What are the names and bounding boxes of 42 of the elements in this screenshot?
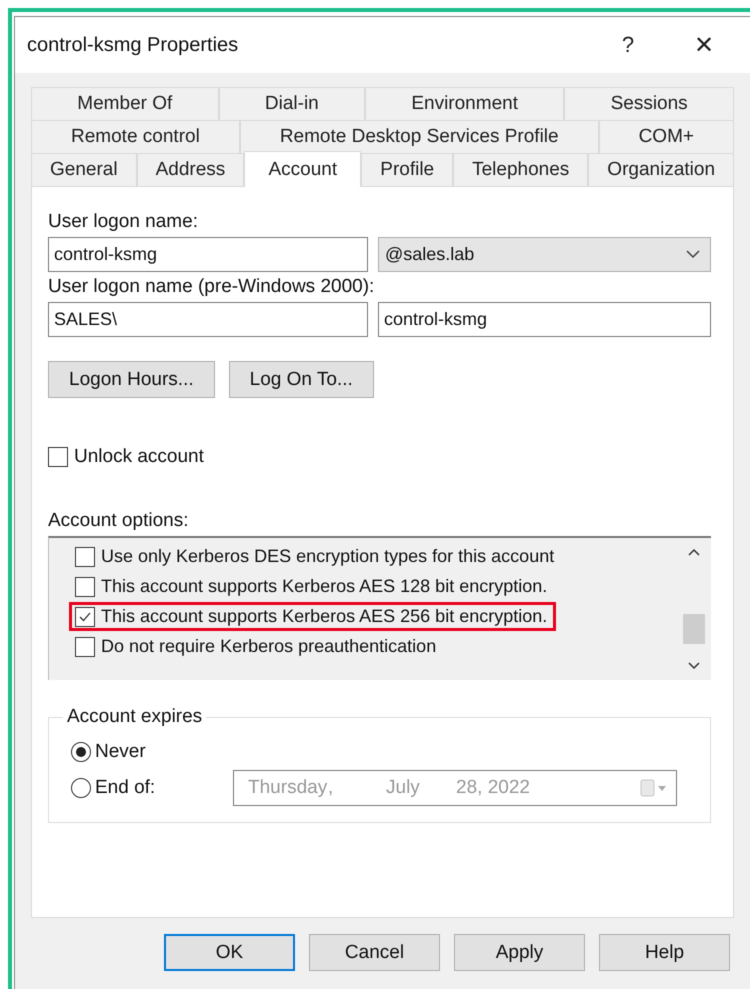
chevron-down-icon	[686, 250, 700, 259]
dialog-button[interactable]: Cancel	[309, 934, 440, 971]
tab[interactable]: Dial-in	[218, 87, 366, 120]
scrollbar-thumb[interactable]	[683, 614, 705, 644]
checkbox[interactable]: This account supports Kerberos AES 128 bit encryption.	[69, 572, 556, 601]
tab[interactable]: Profile	[361, 153, 454, 186]
dialog-button[interactable]: OK	[164, 934, 295, 971]
group-title: Account expires	[66, 706, 204, 728]
tab[interactable]: General	[31, 153, 137, 186]
chevron-down-icon[interactable]	[688, 662, 700, 670]
tab[interactable]: Address	[136, 153, 244, 186]
checkbox[interactable]: This account supports Kerberos AES 256 bit encryption.	[69, 602, 556, 631]
tab[interactable]: Organization	[588, 153, 734, 186]
input-field[interactable]: control-ksmg	[378, 302, 711, 337]
checkbox[interactable]: Unlock account	[48, 446, 204, 468]
checkbox[interactable]: Do not require Kerberos preauthentication	[69, 632, 446, 661]
section-label: Account options:	[48, 510, 188, 532]
input-field[interactable]: SALES\	[48, 302, 368, 337]
close-button[interactable]: ✕	[666, 25, 742, 65]
window-title: control-ksmg Properties	[27, 34, 240, 56]
input-field[interactable]: control-ksmg	[48, 237, 368, 272]
dialog-button[interactable]: Logon Hours...	[48, 361, 215, 398]
domain-dropdown[interactable]: @sales.lab	[378, 237, 711, 272]
tab[interactable]: Remote control	[31, 120, 240, 153]
chevron-up-icon[interactable]	[688, 548, 700, 556]
tab[interactable]: COM+	[598, 120, 734, 153]
tab[interactable]: Telephones	[453, 153, 588, 186]
checkbox[interactable]: Use only Kerberos DES encryption types for this account	[69, 542, 564, 571]
dialog-button[interactable]: Log On To...	[228, 361, 374, 398]
tab[interactable]: Sessions	[564, 87, 734, 120]
tab[interactable]: Remote Desktop Services Profile	[240, 120, 599, 153]
tab[interactable]: Member Of	[31, 87, 219, 120]
dialog-button[interactable]: Apply	[454, 934, 585, 971]
field-label: User logon name (pre-Windows 2000):	[48, 276, 374, 298]
dialog-button[interactable]: Help	[599, 934, 730, 971]
field-label: User logon name:	[48, 211, 198, 233]
tab[interactable]: Account	[244, 151, 362, 187]
calendar-icon	[640, 778, 668, 798]
tab[interactable]: Environment	[365, 87, 564, 120]
radio-button[interactable]: Never	[71, 741, 233, 763]
help-button[interactable]: ?	[590, 25, 666, 65]
radio-button[interactable]: End of:	[71, 777, 233, 799]
